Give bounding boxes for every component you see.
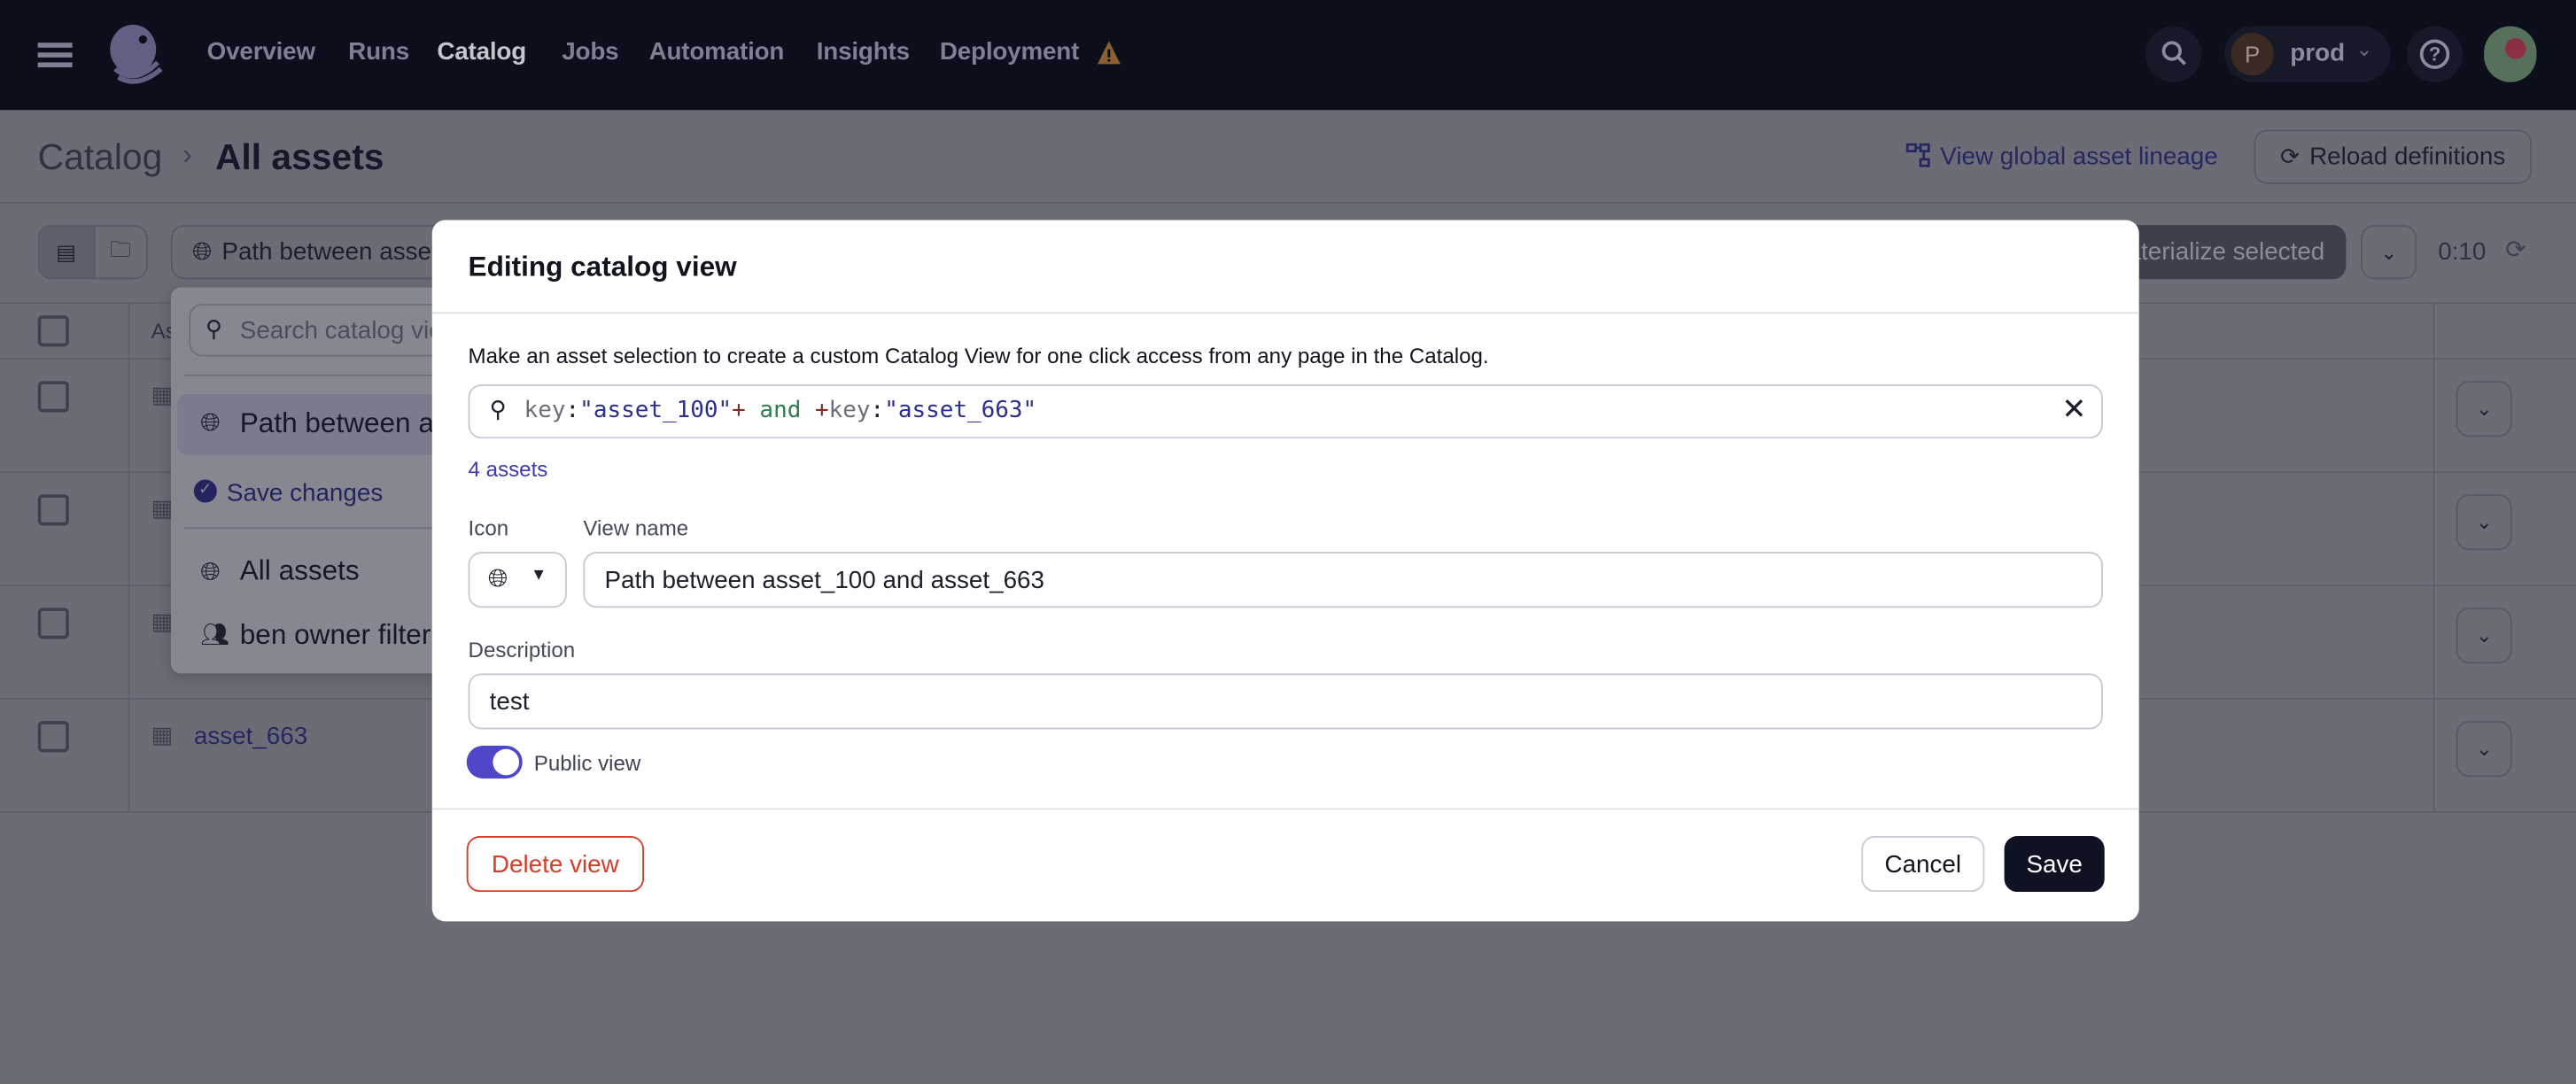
nav-runs[interactable]: Runs <box>348 38 409 66</box>
edit-catalog-view-dialog: Editing catalog view Make an asset selec… <box>431 220 2139 922</box>
nav-catalog[interactable]: Catalog <box>437 38 526 66</box>
globe-icon: 🌐︎ <box>200 558 221 587</box>
search-button[interactable] <box>2145 26 2202 82</box>
list-view-icon[interactable]: ▤ <box>39 226 93 278</box>
nav-deployment[interactable]: Deployment <box>940 38 1080 66</box>
reload-definitions-button[interactable]: ⟳ Reload definitions <box>2254 129 2532 184</box>
description-value: test <box>489 688 530 716</box>
dagster-logo-icon[interactable] <box>98 19 167 89</box>
nav-overview[interactable]: Overview <box>207 38 315 66</box>
deployment-name: prod <box>2290 39 2346 68</box>
clear-icon[interactable]: ✕ <box>2061 392 2086 427</box>
chevron-down-icon: ⌄ <box>2355 37 2373 61</box>
dialog-instructions: Make an asset selection to create a cust… <box>468 343 1489 368</box>
nav-jobs[interactable]: Jobs <box>562 38 618 66</box>
refresh-icon[interactable]: ⟳ <box>2505 235 2526 265</box>
view-name-label: View name <box>583 515 689 541</box>
icon-select[interactable]: 🌐︎ ▼ <box>468 552 567 608</box>
view-item-label: ben owner filter <box>239 619 431 651</box>
description-input[interactable]: test <box>468 673 2103 730</box>
table-icon: ▦ <box>151 721 174 747</box>
icon-label: Icon <box>468 515 509 541</box>
asset-count-link[interactable]: 4 assets <box>469 457 548 482</box>
row-options-button[interactable]: ⌄ <box>2456 381 2512 437</box>
top-nav: Overview Runs Catalog Jobs Automation In… <box>0 0 2576 111</box>
folder-view-icon[interactable]: 🗀 <box>92 226 146 278</box>
warning-icon <box>1097 41 1121 65</box>
page-title: All assets <box>214 136 384 178</box>
chevron-down-icon: ⌄ <box>2380 240 2397 264</box>
row-checkbox[interactable] <box>37 721 69 753</box>
select-all-checkbox[interactable] <box>37 315 69 347</box>
row-options-button[interactable]: ⌄ <box>2456 721 2512 778</box>
selection-query: key:"asset_100"+ and +key:"asset_663" <box>524 397 1037 424</box>
row-options-button[interactable]: ⌄ <box>2456 608 2512 664</box>
view-toggle: ▤ 🗀 <box>37 225 148 280</box>
view-lineage-link[interactable]: View global asset lineage <box>1940 143 2217 171</box>
materialize-options-button[interactable]: ⌄ <box>2361 225 2417 280</box>
globe-icon: 🌐︎ <box>200 408 221 437</box>
nav-automation[interactable]: Automation <box>649 38 785 66</box>
view-name-input[interactable]: Path between asset_100 and asset_663 <box>583 552 2103 608</box>
reload-icon: ⟳ <box>2280 143 2300 170</box>
user-avatar[interactable] <box>2484 26 2537 82</box>
view-item-label: All assets <box>239 554 360 587</box>
table-icon: ▦ <box>151 381 174 407</box>
row-options-button[interactable]: ⌄ <box>2456 494 2512 551</box>
deployment-avatar: P <box>2231 33 2274 76</box>
search-icon: ⚲ <box>205 315 222 342</box>
caret-down-icon: ▼ <box>531 566 547 585</box>
row-checkbox[interactable] <box>37 494 69 526</box>
asset-name[interactable]: asset_663 <box>194 723 307 751</box>
refresh-timer: 0:10 <box>2438 237 2487 267</box>
deployment-switcher[interactable]: P prod ⌄ <box>2224 26 2391 82</box>
public-view-label: Public view <box>533 750 641 776</box>
people-icon: 👥︎ <box>200 621 230 647</box>
globe-icon: 🌐︎ <box>487 564 508 593</box>
page-header: Catalog › All assets View global asset l… <box>0 110 2576 204</box>
reload-label: Reload definitions <box>2309 143 2506 171</box>
view-name-value: Path between asset_100 and asset_663 <box>604 566 1045 595</box>
search-icon <box>2161 41 2186 66</box>
menu-icon[interactable] <box>37 43 73 67</box>
save-button[interactable]: Save <box>2004 835 2105 893</box>
check-circle-icon: ✓ <box>193 479 217 503</box>
row-checkbox[interactable] <box>37 381 69 413</box>
globe-icon: 🌐︎ <box>191 237 213 267</box>
breadcrumb-chevron-icon: › <box>182 137 192 171</box>
public-view-toggle[interactable] <box>466 745 523 779</box>
nav-insights[interactable]: Insights <box>817 38 910 66</box>
row-checkbox[interactable] <box>37 608 69 639</box>
table-icon: ▦ <box>151 494 174 521</box>
lineage-icon <box>1905 143 1930 167</box>
search-icon: ⚲ <box>489 395 507 422</box>
delete-view-button[interactable]: Delete view <box>466 835 645 893</box>
table-icon: ▦ <box>151 608 174 634</box>
description-label: Description <box>468 637 576 662</box>
dialog-title: Editing catalog view <box>468 251 737 283</box>
help-icon: ? <box>2419 39 2450 69</box>
save-changes-button[interactable]: Save changes <box>227 480 383 508</box>
asset-selection-input[interactable]: ⚲ key:"asset_100"+ and +key:"asset_663" … <box>468 383 2103 439</box>
cancel-button[interactable]: Cancel <box>1861 835 1985 893</box>
help-button[interactable]: ? <box>2406 26 2463 82</box>
breadcrumb-catalog[interactable]: Catalog <box>38 136 163 179</box>
